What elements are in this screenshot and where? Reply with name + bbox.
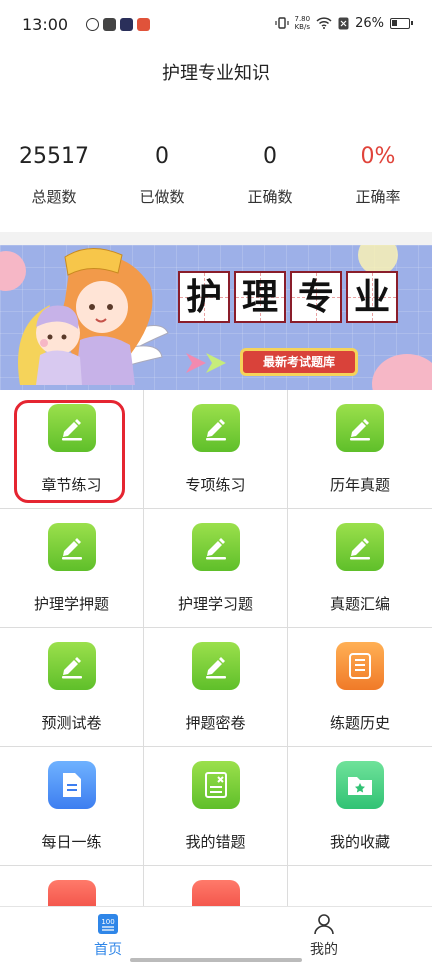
menu-item-mock-exam[interactable]: 预测试卷 (0, 628, 144, 747)
pencil-icon (336, 523, 384, 571)
menu-item-label: 我的收藏 (329, 833, 390, 851)
menu-item-past-exams[interactable]: 历年真题 (288, 390, 432, 509)
menu-item-label: 真题汇编 (329, 595, 390, 613)
menu-item-label: 练题历史 (329, 714, 390, 732)
net-speed-unit: KB/s (294, 23, 310, 31)
app-notification-icon (103, 18, 116, 31)
pencil-icon (192, 642, 240, 690)
no-sim-icon (338, 17, 349, 29)
menu-grid-partial-row (0, 866, 432, 910)
stat-done-label: 已做数 (139, 188, 185, 206)
wrong-notebook-icon (192, 761, 240, 809)
menu-grid: 章节练习 专项练习 历年真题 护理学押题 护理学习题 真题汇编 预测试卷 押题密… (0, 390, 432, 866)
menu-item-exam-compilation[interactable]: 真题汇编 (288, 509, 432, 628)
nav-mine[interactable]: 我的 (216, 907, 432, 964)
menu-item-partial[interactable] (0, 866, 144, 910)
pencil-icon (48, 523, 96, 571)
stat-done: 0 已做数 (108, 100, 216, 232)
banner-title: 护 理 专 业 (178, 271, 398, 323)
menu-item-label: 护理学押题 (33, 595, 109, 613)
stat-correct-value: 0 (263, 144, 277, 169)
nav-home[interactable]: 100 首页 (0, 907, 216, 964)
vibrate-icon (274, 17, 289, 29)
nurse-illustration (18, 248, 169, 385)
menu-item-secret-paper[interactable]: 押题密卷 (144, 628, 288, 747)
stat-total-value: 25517 (19, 144, 89, 169)
pencil-icon (192, 523, 240, 571)
menu-item-label: 押题密卷 (185, 714, 246, 732)
battery-icon (390, 17, 413, 29)
status-bar: 13:00 7.80 KB/s 26% (0, 0, 432, 52)
page-title: 护理专业知识 (0, 52, 432, 100)
pencil-icon (48, 642, 96, 690)
banner-tag: 最新考试题库 (240, 348, 358, 376)
menu-item-empty (288, 866, 432, 910)
wifi-icon (316, 17, 332, 29)
stat-correct: 0 正确数 (216, 100, 324, 232)
bottom-nav: 100 首页 我的 (0, 906, 432, 964)
battery-percent: 26% (355, 15, 384, 31)
stat-accuracy-label: 正确率 (355, 188, 401, 206)
stat-accuracy: 0% 正确率 (324, 100, 432, 232)
menu-item-nursing-predictions[interactable]: 护理学押题 (0, 509, 144, 628)
menu-item-daily-practice[interactable]: 每日一练 (0, 747, 144, 866)
menu-item-special-practice[interactable]: 专项练习 (144, 390, 288, 509)
person-icon (216, 913, 432, 937)
banner-char: 护 (178, 271, 230, 323)
menu-item-nursing-exercises[interactable]: 护理学习题 (144, 509, 288, 628)
stat-correct-label: 正确数 (247, 188, 293, 206)
pencil-icon (192, 404, 240, 452)
stat-accuracy-value: 0% (360, 144, 396, 169)
menu-item-label: 历年真题 (329, 476, 390, 494)
pencil-icon (48, 404, 96, 452)
banner-char: 理 (234, 271, 286, 323)
menu-item-chapter-practice[interactable]: 章节练习 (0, 390, 144, 509)
app-notification-icon (86, 18, 99, 31)
banner-char: 专 (290, 271, 342, 323)
history-list-icon (336, 642, 384, 690)
menu-item-label: 预测试卷 (41, 714, 102, 732)
menu-item-label: 我的错题 (185, 833, 246, 851)
banner-char: 业 (346, 271, 398, 323)
menu-item-label: 专项练习 (185, 476, 246, 494)
arrows-decoration (186, 353, 226, 373)
menu-item-my-favorites[interactable]: 我的收藏 (288, 747, 432, 866)
svg-text:100: 100 (101, 918, 114, 926)
pencil-icon (336, 404, 384, 452)
menu-item-practice-history[interactable]: 练题历史 (288, 628, 432, 747)
app-notification-icon (120, 18, 133, 31)
nav-home-label: 首页 (94, 942, 122, 958)
status-right: 7.80 KB/s 26% (274, 15, 413, 31)
menu-item-partial[interactable] (144, 866, 288, 910)
net-speed: 7.80 KB/s (295, 15, 311, 31)
stat-total: 25517 总题数 (0, 100, 108, 232)
home-indicator (130, 958, 302, 962)
promo-banner[interactable]: 护 理 专 业 最新考试题库 (0, 245, 432, 390)
nav-mine-label: 我的 (310, 942, 338, 958)
app-notification-icon (137, 18, 150, 31)
notification-icons (86, 18, 150, 31)
stat-done-value: 0 (155, 144, 169, 169)
home-100-icon: 100 (0, 913, 216, 937)
star-folder-icon (336, 761, 384, 809)
menu-item-my-mistakes[interactable]: 我的错题 (144, 747, 288, 866)
net-speed-value: 7.80 (294, 15, 311, 23)
status-time: 13:00 (22, 15, 69, 34)
stats-panel: 25517 总题数 0 已做数 0 正确数 0% 正确率 (0, 100, 432, 232)
menu-item-label: 章节练习 (41, 476, 102, 494)
menu-item-label: 每日一练 (41, 833, 102, 851)
menu-item-label: 护理学习题 (177, 595, 253, 613)
stat-total-label: 总题数 (31, 188, 77, 206)
document-icon (48, 761, 96, 809)
